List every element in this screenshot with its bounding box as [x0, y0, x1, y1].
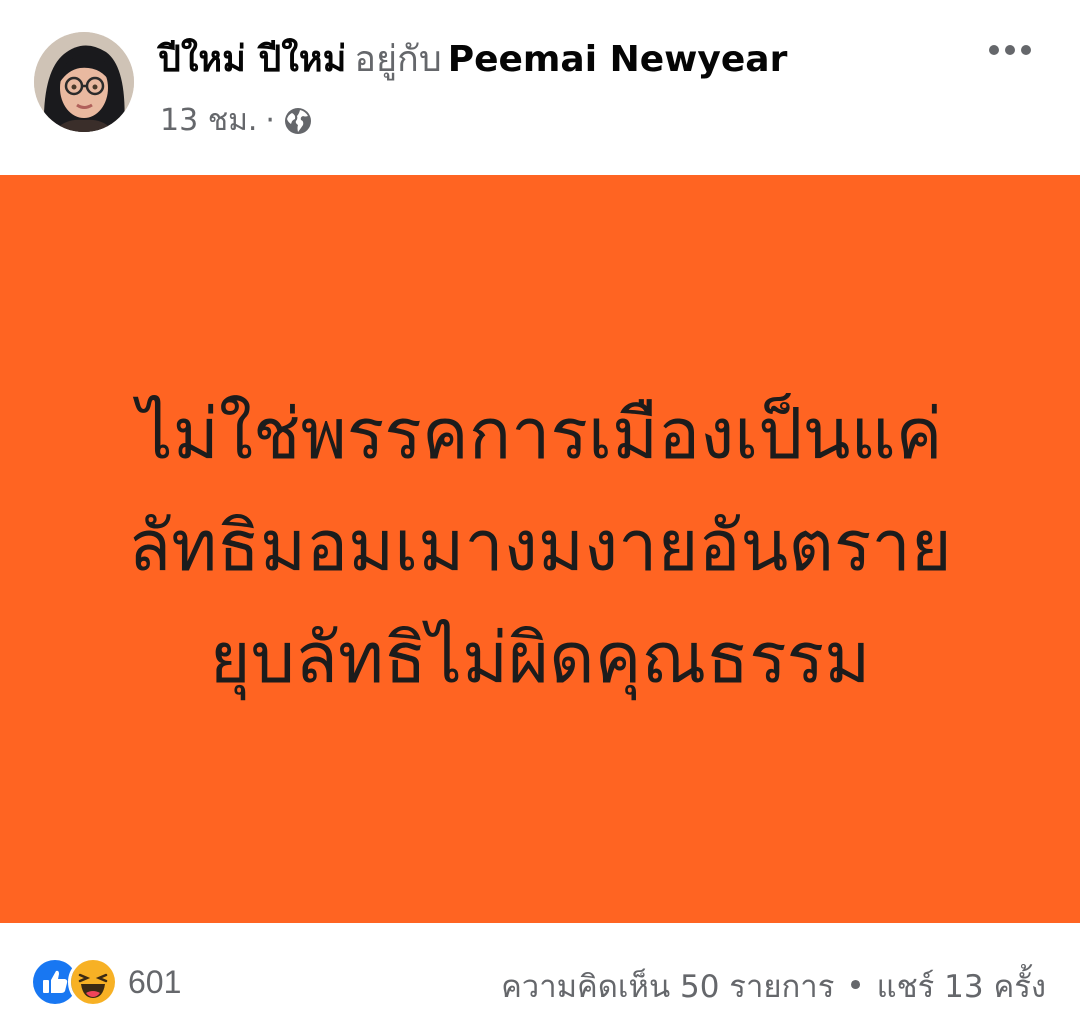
meta-separator: ·: [265, 103, 275, 138]
engagement-stats: ความคิดเห็น 50 รายการ • แชร์ 13 ครั้ง: [501, 961, 1046, 1011]
reactions-summary[interactable]: 601: [30, 957, 181, 1007]
avatar-image: [34, 32, 134, 132]
post-footer: 601 ความคิดเห็น 50 รายการ • แชร์ 13 ครั้…: [0, 923, 1080, 1035]
post-line: ไม่ใช่พรรคการเมืองเป็นแค่: [137, 393, 943, 475]
post-text: ไม่ใช่พรรคการเมืองเป็นแค่ ลัทธิมอมเมางมง…: [128, 378, 952, 714]
tagged-person[interactable]: Peemai Newyear: [448, 39, 788, 80]
post-text-card[interactable]: ไม่ใช่พรรคการเมืองเป็นแค่ ลัทธิมอมเมางมง…: [0, 175, 1080, 923]
avatar[interactable]: [34, 32, 134, 132]
haha-icon: [68, 957, 118, 1007]
reaction-count: 601: [128, 963, 182, 1000]
comments-count[interactable]: ความคิดเห็น 50 รายการ: [501, 961, 834, 1011]
post-line: ยุบลัทธิไม่ผิดคุณธรรม: [209, 617, 871, 699]
more-dot: [1005, 45, 1015, 55]
stats-bullet: •: [846, 968, 865, 1004]
post-meta: 13 ชม. ·: [160, 100, 313, 142]
more-options-icon[interactable]: [980, 30, 1040, 70]
globe-icon: [283, 106, 313, 136]
with-word: อยู่กับ: [354, 39, 442, 80]
more-dot: [1021, 45, 1031, 55]
author-name[interactable]: ปีใหม่ ปีใหม่: [158, 39, 346, 80]
post-header: ปีใหม่ ปีใหม่ อยู่กับ Peemai Newyear 13 ชม…: [0, 0, 1080, 175]
shares-count[interactable]: แชร์ 13 ครั้ง: [877, 961, 1046, 1011]
author-line: ปีใหม่ ปีใหม่ อยู่กับ Peemai Newyear: [158, 36, 787, 84]
more-dot: [989, 45, 999, 55]
post-time[interactable]: 13 ชม.: [160, 100, 257, 142]
post-line: ลัทธิมอมเมางมงายอันตราย: [128, 505, 952, 587]
